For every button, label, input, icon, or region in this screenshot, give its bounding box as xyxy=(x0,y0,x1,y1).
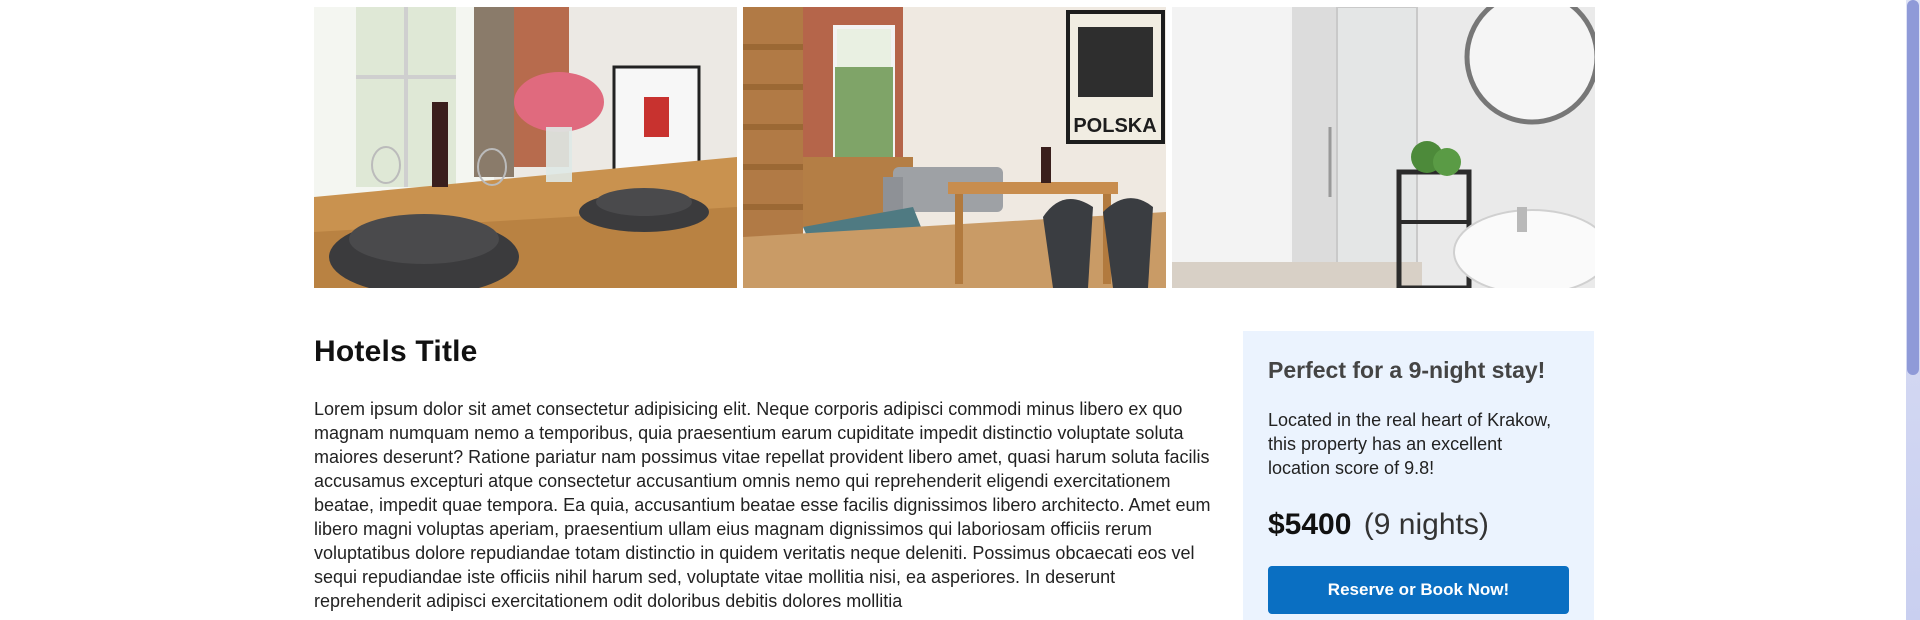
scrollbar-thumb[interactable] xyxy=(1907,0,1919,375)
hotel-description: Lorem ipsum dolor sit amet consectetur a… xyxy=(314,399,1211,611)
hotel-details: Hotels Title Lorem ipsum dolor sit amet … xyxy=(314,330,1214,613)
booking-text: Located in the real heart of Krakow, thi… xyxy=(1268,410,1552,478)
hotel-title: Hotels Title xyxy=(314,335,478,368)
booking-card: Perfect for a 9-night stay! Located in t… xyxy=(1243,331,1594,620)
photo-gallery: POLSKA xyxy=(314,7,1595,288)
reserve-button[interactable]: Reserve or Book Now! xyxy=(1268,566,1569,614)
price-value: $5400 xyxy=(1268,508,1352,541)
poster-text: POLSKA xyxy=(1073,115,1156,137)
bathroom-photo-icon xyxy=(1172,7,1595,288)
gallery-photo-living-room[interactable]: POLSKA xyxy=(743,7,1166,288)
gallery-photo-dining[interactable] xyxy=(314,7,737,288)
price-nights: (9 nights) xyxy=(1363,508,1489,541)
gallery-photo-bathroom[interactable] xyxy=(1172,7,1595,288)
price-line: $5400 (9 nights) xyxy=(1268,508,1569,542)
booking-heading: Perfect for a 9-night stay! xyxy=(1268,357,1546,383)
living-room-photo-icon: POLSKA xyxy=(743,7,1166,288)
dining-table-photo-icon xyxy=(314,7,737,288)
